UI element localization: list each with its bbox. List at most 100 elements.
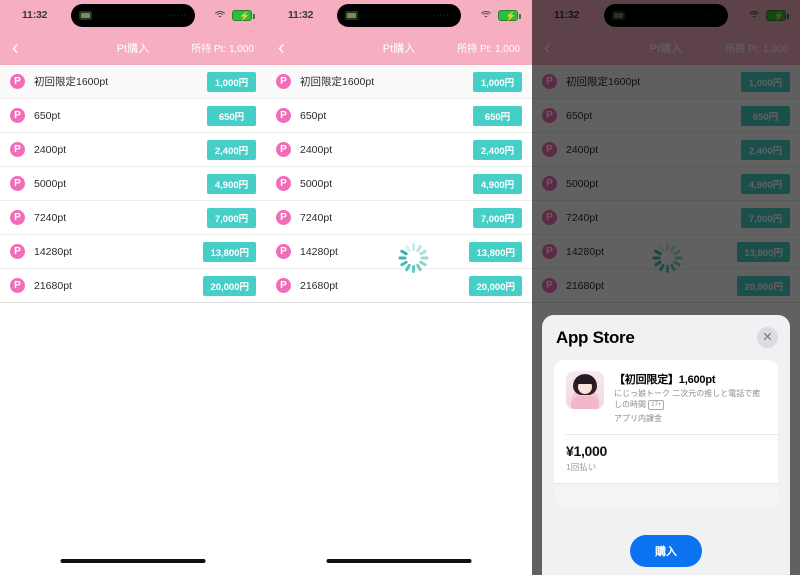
purchase-button[interactable]: 購入 bbox=[630, 534, 702, 567]
point-icon: P bbox=[10, 244, 25, 259]
item-label: 2400pt bbox=[34, 143, 67, 156]
wifi-icon bbox=[213, 10, 227, 21]
page-title: Pt購入 bbox=[382, 42, 416, 55]
item-label: 650pt bbox=[300, 109, 327, 122]
list-item[interactable]: P 5000pt 4,900円 bbox=[266, 167, 532, 201]
item-label: 14280pt bbox=[34, 245, 72, 258]
buy-button-container: 購入 bbox=[542, 534, 790, 567]
list-item[interactable]: P 5000pt 4,900円 bbox=[0, 167, 266, 201]
price-badge[interactable]: 13,800円 bbox=[469, 241, 522, 262]
list-item[interactable]: P 初回限定1600pt 1,000円 bbox=[266, 65, 532, 99]
list-item[interactable]: P 21680pt 20,000円 bbox=[266, 269, 532, 303]
in-app-purchase-label: アプリ内課金 bbox=[614, 413, 662, 423]
phone-screen-2: 11:32 ······ ⚡ ‹ Pt購入 所持 Pt: 1,000 P 初回限… bbox=[266, 0, 532, 575]
price-badge[interactable]: 650円 bbox=[473, 105, 522, 126]
sheet-title: App Store bbox=[556, 327, 635, 347]
point-icon: P bbox=[10, 278, 25, 293]
item-label: 14280pt bbox=[300, 245, 338, 258]
close-icon[interactable]: ✕ bbox=[757, 327, 778, 348]
dynamic-island: ······ bbox=[71, 4, 195, 27]
item-label: 初回限定1600pt bbox=[34, 76, 109, 88]
price-badge[interactable]: 20,000円 bbox=[469, 275, 522, 296]
item-label: 7240pt bbox=[300, 211, 333, 224]
price-badge[interactable]: 20,000円 bbox=[203, 275, 256, 296]
status-bar-indicators: ⚡ bbox=[479, 9, 521, 21]
home-indicator bbox=[326, 559, 472, 563]
price-badge[interactable]: 13,800円 bbox=[203, 241, 256, 262]
item-label: 7240pt bbox=[34, 211, 67, 224]
back-button[interactable]: ‹ bbox=[278, 38, 285, 58]
price-badge[interactable]: 650円 bbox=[207, 105, 256, 126]
navigation-bar: ‹ Pt購入 所持 Pt: 1,000 bbox=[0, 30, 266, 65]
card-footer-placeholder bbox=[554, 482, 778, 509]
item-subtitle: にじっ娘トーク 二次元の推しと電話で癒しの時間 17+ bbox=[614, 389, 766, 411]
camera-icon bbox=[345, 11, 358, 20]
list-item[interactable]: P 650pt 650円 bbox=[266, 99, 532, 133]
list-item[interactable]: P 14280pt 13,800円 bbox=[0, 235, 266, 269]
list-item[interactable]: P 7240pt 7,000円 bbox=[0, 201, 266, 235]
item-label: 21680pt bbox=[34, 279, 72, 292]
page-title: Pt購入 bbox=[116, 42, 150, 55]
purchase-item-row: 【初回限定】1,600pt にじっ娘トーク 二次元の推しと電話で癒しの時間 17… bbox=[554, 360, 778, 434]
age-rating-badge: 17+ bbox=[648, 399, 665, 410]
status-bar: 11:32 ······ ⚡ bbox=[0, 0, 266, 30]
point-icon: P bbox=[276, 176, 291, 191]
battery-charging-icon: ⚡ bbox=[232, 9, 255, 21]
price-badge[interactable]: 1,000円 bbox=[473, 71, 522, 92]
price-section: ¥1,000 1回払い bbox=[554, 435, 778, 483]
point-icon: P bbox=[10, 176, 25, 191]
price-badge[interactable]: 7,000円 bbox=[473, 207, 522, 228]
list-item[interactable]: P 2400pt 2,400円 bbox=[0, 133, 266, 167]
wifi-icon bbox=[479, 10, 493, 21]
point-icon: P bbox=[276, 244, 291, 259]
loading-spinner-icon bbox=[398, 243, 428, 273]
held-points-label: 所持 Pt: 1,000 bbox=[457, 44, 520, 55]
home-indicator bbox=[60, 559, 206, 563]
navigation-bar: ‹ Pt購入 所持 Pt: 1,000 bbox=[266, 30, 532, 65]
back-button[interactable]: ‹ bbox=[12, 38, 19, 58]
point-icon: P bbox=[276, 108, 291, 123]
list-item[interactable]: P 650pt 650円 bbox=[0, 99, 266, 133]
status-bar-indicators: ⚡ bbox=[213, 9, 255, 21]
list-item[interactable]: P 21680pt 20,000円 bbox=[0, 269, 266, 303]
purchase-card: 【初回限定】1,600pt にじっ娘トーク 二次元の推しと電話で癒しの時間 17… bbox=[554, 360, 778, 509]
phone-screen-3: 11:32 ······ ⚡ ‹ Pt購入 所持 Pt: 1,000 P 初回限… bbox=[532, 0, 800, 575]
purchase-item-info: 【初回限定】1,600pt にじっ娘トーク 二次元の推しと電話で癒しの時間 17… bbox=[614, 371, 766, 424]
item-label: 21680pt bbox=[300, 279, 338, 292]
price-badge[interactable]: 2,400円 bbox=[207, 139, 256, 160]
price-badge[interactable]: 7,000円 bbox=[207, 207, 256, 228]
item-subtitle-text: にじっ娘トーク 二次元の推しと電話で癒しの時間 bbox=[614, 389, 761, 409]
price-badge[interactable]: 1,000円 bbox=[207, 71, 256, 92]
phone-screen-1: 11:32 ······ ⚡ ‹ Pt購入 所持 Pt: 1,000 P 初回限… bbox=[0, 0, 266, 575]
payment-type-label: 1回払い bbox=[566, 461, 597, 472]
battery-charging-icon: ⚡ bbox=[498, 9, 521, 21]
point-icon: P bbox=[10, 74, 25, 89]
point-purchase-list-1: P 初回限定1600pt 1,000円 P 650pt 650円 P 2400p… bbox=[0, 65, 266, 303]
item-label: 650pt bbox=[34, 109, 61, 122]
point-icon: P bbox=[10, 210, 25, 225]
app-icon bbox=[566, 371, 604, 409]
status-bar-time: 11:32 bbox=[22, 9, 48, 21]
price-amount: ¥1,000 bbox=[566, 442, 608, 459]
status-bar: 11:32 ······ ⚡ bbox=[266, 0, 532, 30]
dynamic-island: ······ bbox=[337, 4, 461, 27]
point-icon: P bbox=[10, 108, 25, 123]
price-badge[interactable]: 2,400円 bbox=[473, 139, 522, 160]
camera-icon bbox=[79, 11, 92, 20]
item-label: 初回限定1600pt bbox=[300, 76, 375, 88]
item-label: 2400pt bbox=[300, 143, 333, 156]
point-icon: P bbox=[276, 74, 291, 89]
status-bar-time: 11:32 bbox=[288, 9, 314, 21]
held-points-label: 所持 Pt: 1,000 bbox=[191, 44, 254, 55]
price-badge[interactable]: 4,900円 bbox=[207, 173, 256, 194]
list-item[interactable]: P 2400pt 2,400円 bbox=[266, 133, 532, 167]
item-label: 5000pt bbox=[300, 177, 333, 190]
list-item[interactable]: P 7240pt 7,000円 bbox=[266, 201, 532, 235]
item-title: 【初回限定】1,600pt bbox=[614, 374, 716, 386]
sheet-header: App Store ✕ bbox=[542, 315, 790, 360]
price-badge[interactable]: 4,900円 bbox=[473, 173, 522, 194]
point-icon: P bbox=[276, 142, 291, 157]
point-icon: P bbox=[276, 278, 291, 293]
point-icon: P bbox=[276, 210, 291, 225]
list-item[interactable]: P 初回限定1600pt 1,000円 bbox=[0, 65, 266, 99]
